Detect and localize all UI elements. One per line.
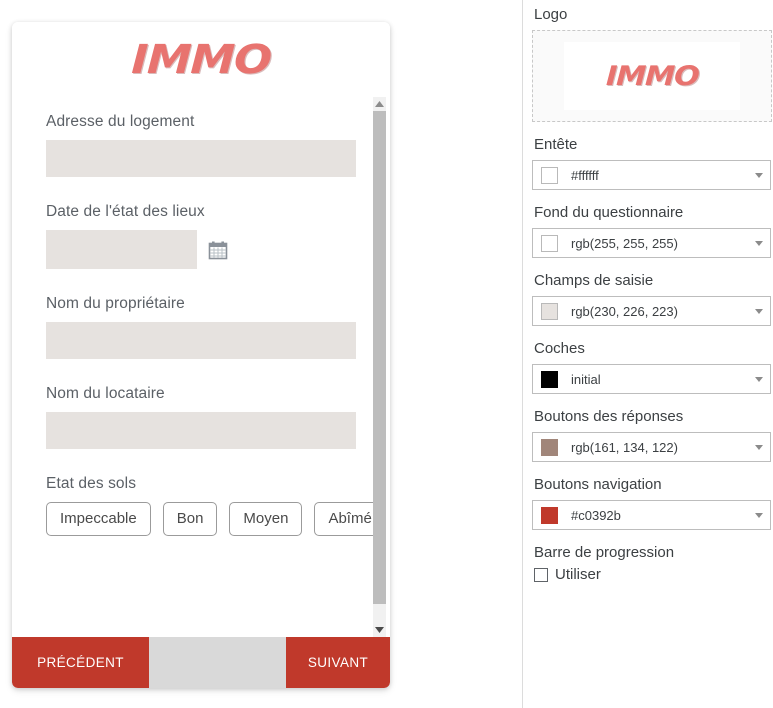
questionnaire-card: IMMO Adresse du logement Date de l'état … xyxy=(12,22,390,688)
field-label-tenant: Nom du locataire xyxy=(46,385,165,402)
next-button[interactable]: SUIVANT xyxy=(286,637,390,688)
date-input[interactable] xyxy=(46,230,197,269)
color-swatch-boutons-navigation xyxy=(541,506,558,524)
logo-section-label: Logo xyxy=(534,6,568,23)
color-value-champs: rgb(230, 226, 223) xyxy=(571,303,678,319)
field-label-date: Date de l'état des lieux xyxy=(46,203,205,220)
field-group-address: Adresse du logement xyxy=(46,113,356,203)
immo-logo-thumbnail: IMMO xyxy=(605,60,699,92)
logo-preview: IMMO xyxy=(564,42,740,110)
color-select-champs[interactable]: rgb(230, 226, 223) xyxy=(532,296,771,326)
scroll-down-arrow-icon[interactable] xyxy=(373,623,386,637)
color-select-fond[interactable]: rgb(255, 255, 255) xyxy=(532,228,771,258)
setting-label-coches: Coches xyxy=(534,340,585,357)
scroll-up-arrow-icon[interactable] xyxy=(373,97,386,111)
choice-button-moyen[interactable]: Moyen xyxy=(229,502,303,536)
field-group-floor-condition: Etat des sols Impeccable Bon Moyen Abîmé xyxy=(46,475,386,536)
chevron-down-icon[interactable] xyxy=(755,512,763,518)
progress-bar-checkbox[interactable] xyxy=(534,567,548,582)
form-scroll-area: Adresse du logement Date de l'état des l… xyxy=(12,97,390,637)
setting-label-boutons-reponses: Boutons des réponses xyxy=(534,408,684,425)
owner-name-input[interactable] xyxy=(46,322,356,359)
color-swatch-entete xyxy=(541,166,558,184)
color-value-boutons-reponses: rgb(161, 134, 122) xyxy=(571,439,678,455)
immo-logo: IMMO xyxy=(130,36,272,83)
logo-upload-dropzone[interactable]: IMMO xyxy=(532,30,772,122)
setting-label-champs: Champs de saisie xyxy=(534,272,654,289)
questionnaire-preview-pane: IMMO Adresse du logement Date de l'état … xyxy=(0,0,522,708)
appearance-settings-pane: Logo IMMO Entête #ffffff Fond du questio… xyxy=(523,0,773,708)
color-value-entete: #ffffff xyxy=(571,167,599,183)
form-scrollbar[interactable] xyxy=(373,97,386,637)
choice-button-impeccable[interactable]: Impeccable xyxy=(46,502,151,536)
chevron-down-icon[interactable] xyxy=(755,172,763,178)
color-select-coches[interactable]: initial xyxy=(532,364,771,394)
address-input[interactable] xyxy=(46,140,356,177)
previous-button[interactable]: PRÉCÉDENT xyxy=(12,637,149,688)
field-label-owner: Nom du propriétaire xyxy=(46,295,185,312)
date-row xyxy=(46,230,356,269)
form-navigation-bar: PRÉCÉDENT SUIVANT xyxy=(12,637,390,688)
color-swatch-fond xyxy=(541,234,558,252)
color-value-fond: rgb(255, 255, 255) xyxy=(571,235,678,251)
scrollbar-thumb[interactable] xyxy=(373,111,386,604)
choice-button-bon[interactable]: Bon xyxy=(162,502,218,536)
field-group-owner: Nom du propriétaire xyxy=(46,295,356,385)
color-value-boutons-navigation: #c0392b xyxy=(571,507,621,523)
setting-label-entete: Entête xyxy=(534,136,578,153)
field-group-tenant: Nom du locataire xyxy=(46,385,356,475)
chevron-down-icon[interactable] xyxy=(755,376,763,382)
progress-bar-checkbox-row[interactable]: Utiliser xyxy=(534,566,773,583)
progress-bar-checkbox-label: Utiliser xyxy=(555,566,601,583)
field-label-address: Adresse du logement xyxy=(46,113,195,130)
setting-label-fond: Fond du questionnaire xyxy=(534,204,684,221)
chevron-down-icon[interactable] xyxy=(755,308,763,314)
app-root: IMMO Adresse du logement Date de l'état … xyxy=(0,0,773,708)
field-group-date: Date de l'état des lieux xyxy=(46,203,356,269)
form-fields: Adresse du logement Date de l'état des l… xyxy=(12,97,390,536)
calendar-icon[interactable] xyxy=(208,240,228,260)
card-header: IMMO xyxy=(12,22,390,97)
color-value-coches: initial xyxy=(571,371,601,387)
color-select-boutons-navigation[interactable]: #c0392b xyxy=(532,500,771,530)
color-swatch-coches xyxy=(541,370,558,388)
chevron-down-icon[interactable] xyxy=(755,444,763,450)
color-select-entete[interactable]: #ffffff xyxy=(532,160,771,190)
color-swatch-champs xyxy=(541,302,558,320)
floor-condition-options: Impeccable Bon Moyen Abîmé xyxy=(46,502,386,536)
field-label-floor-condition: Etat des sols xyxy=(46,475,137,492)
color-select-boutons-reponses[interactable]: rgb(161, 134, 122) xyxy=(532,432,771,462)
setting-label-boutons-navigation: Boutons navigation xyxy=(534,476,662,493)
setting-label-progress-bar: Barre de progression xyxy=(534,544,675,561)
chevron-down-icon[interactable] xyxy=(755,240,763,246)
tenant-name-input[interactable] xyxy=(46,412,356,449)
color-swatch-boutons-reponses xyxy=(541,438,558,456)
